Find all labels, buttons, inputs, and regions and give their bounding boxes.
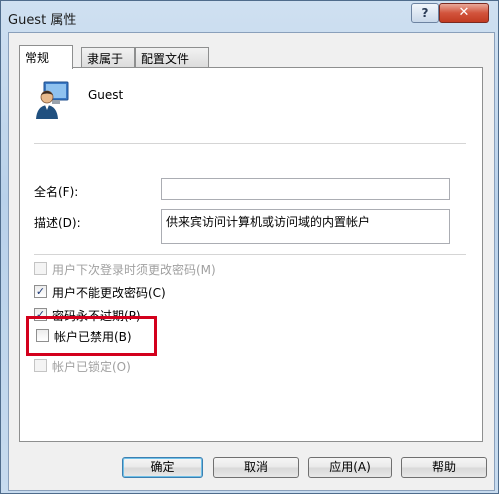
- fullname-input[interactable]: [161, 178, 450, 200]
- close-button[interactable]: ✕: [439, 3, 489, 23]
- option-label: 用户下次登录时须更改密码(M): [52, 263, 216, 277]
- properties-window: Guest 属性 ? ✕ 常规 隶属于 配置文件 Guest 全名(F): 描述…: [0, 0, 499, 494]
- option-label: 用户不能更改密码(C): [52, 286, 166, 300]
- account-name: Guest: [88, 88, 124, 102]
- title-bar: Guest 属性 ? ✕: [1, 1, 498, 33]
- fullname-label: 全名(F):: [34, 185, 79, 199]
- apply-button[interactable]: 应用(A): [308, 457, 392, 478]
- dialog-client-area: 常规 隶属于 配置文件 Guest 全名(F): 描述(D): 供来宾访问计算机…: [8, 32, 495, 491]
- checkbox-checked[interactable]: ✓: [34, 285, 47, 298]
- checkbox[interactable]: [36, 329, 49, 342]
- tab-member-of[interactable]: 隶属于: [81, 47, 135, 67]
- general-panel: Guest 全名(F): 描述(D): 供来宾访问计算机或访问域的内置帐户 用户…: [19, 67, 483, 442]
- description-input[interactable]: 供来宾访问计算机或访问域的内置帐户: [161, 209, 450, 244]
- tab-general[interactable]: 常规: [19, 45, 73, 69]
- description-label: 描述(D):: [34, 216, 81, 230]
- checkbox[interactable]: [34, 359, 47, 372]
- help-title-button[interactable]: ?: [411, 3, 439, 23]
- option-label: 帐户已禁用(B): [54, 330, 132, 344]
- option-label: 帐户已锁定(O): [52, 360, 131, 374]
- checkbox[interactable]: [34, 262, 47, 275]
- highlight-box: 帐户已禁用(B): [26, 316, 157, 356]
- divider: [34, 254, 466, 255]
- ok-button[interactable]: 确定: [122, 457, 203, 478]
- user-account-icon: [36, 81, 69, 119]
- divider: [34, 143, 466, 144]
- tab-profile[interactable]: 配置文件: [135, 47, 209, 67]
- cancel-button[interactable]: 取消: [213, 457, 299, 478]
- window-title: Guest 属性: [8, 13, 77, 28]
- help-button[interactable]: 帮助: [401, 457, 487, 478]
